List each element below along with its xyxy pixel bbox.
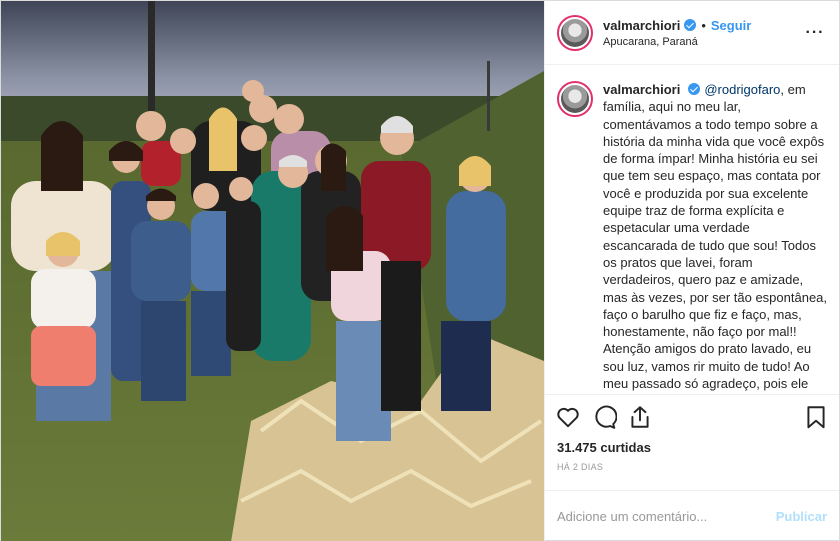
comments-area[interactable]: valmarchiori @rodrigofaro, em família, aq… bbox=[545, 65, 839, 394]
caption-text: valmarchiori @rodrigofaro, em família, aq… bbox=[603, 81, 827, 394]
avatar[interactable] bbox=[557, 14, 593, 51]
mention-link[interactable]: @rodrigofaro bbox=[704, 82, 780, 97]
likes-count[interactable]: 31.475 curtidas bbox=[545, 438, 839, 458]
caption-body: , em família, aqui no meu lar, comentáva… bbox=[603, 82, 828, 394]
follow-button[interactable]: Seguir bbox=[711, 18, 751, 33]
caption-avatar[interactable] bbox=[557, 81, 593, 117]
heart-icon[interactable] bbox=[555, 404, 581, 430]
family-photo-image bbox=[1, 1, 544, 541]
header-line: valmarchiori • Seguir bbox=[603, 18, 803, 33]
post-sidebar: valmarchiori • Seguir Apucarana, Paraná … bbox=[544, 1, 839, 541]
avatar-image bbox=[561, 18, 589, 47]
action-bar bbox=[545, 394, 839, 438]
caption-verified-icon bbox=[688, 83, 701, 95]
verified-icon bbox=[684, 19, 697, 31]
header-text: valmarchiori • Seguir Apucarana, Paraná bbox=[603, 18, 803, 48]
caption: valmarchiori @rodrigofaro, em família, aq… bbox=[557, 81, 827, 394]
comment-form: Publicar bbox=[545, 490, 839, 541]
post-photo[interactable] bbox=[1, 1, 544, 541]
post-header: valmarchiori • Seguir Apucarana, Paraná … bbox=[545, 1, 839, 65]
username-link[interactable]: valmarchiori bbox=[603, 18, 680, 33]
separator-dot: • bbox=[701, 17, 706, 33]
caption-avatar-image bbox=[561, 85, 589, 113]
comment-icon[interactable] bbox=[591, 404, 617, 430]
caption-username-link[interactable]: valmarchiori bbox=[603, 82, 680, 97]
publish-button[interactable]: Publicar bbox=[776, 509, 827, 524]
share-icon[interactable] bbox=[627, 404, 653, 430]
post-time[interactable]: HÁ 2 DIAS bbox=[545, 458, 839, 480]
comment-input[interactable] bbox=[557, 509, 776, 524]
location-link[interactable]: Apucarana, Paraná bbox=[603, 36, 803, 48]
instagram-post: valmarchiori • Seguir Apucarana, Paraná … bbox=[0, 0, 840, 541]
more-options-icon[interactable]: ··· bbox=[803, 24, 827, 42]
bookmark-icon[interactable] bbox=[803, 404, 829, 430]
